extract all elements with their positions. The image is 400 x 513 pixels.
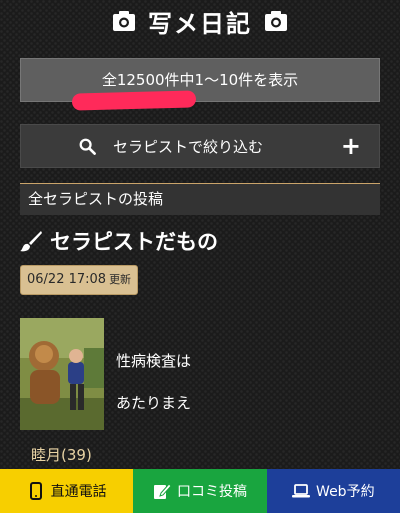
post-thumbnail[interactable]: [20, 318, 104, 430]
review-post-label: 口コミ投稿: [176, 484, 247, 500]
updated-label: 更新: [109, 273, 132, 286]
section-title: 全セラピストの投稿: [20, 183, 380, 215]
web-booking-button[interactable]: Web予約: [266, 469, 400, 513]
camera-icon: [113, 11, 135, 31]
direct-call-button[interactable]: 直通電話: [0, 469, 134, 513]
post-line: 性病検査は: [116, 352, 192, 370]
post-line: あたりまえ: [116, 394, 192, 412]
camera-icon: [265, 11, 287, 31]
redaction-mark: [71, 90, 197, 111]
post-heading[interactable]: セラピストだもの: [20, 226, 218, 256]
review-post-button[interactable]: 口コミ投稿: [133, 469, 267, 513]
post-photo: [20, 318, 104, 430]
direct-call-label: 直通電話: [50, 484, 107, 500]
page-header: 写メ日記: [0, 0, 400, 42]
search-icon: [79, 138, 96, 155]
phone-icon: [29, 482, 42, 500]
page-title: 写メ日記: [148, 9, 252, 38]
post-title[interactable]: セラピストだもの: [50, 226, 218, 256]
bottom-action-bar: 直通電話 口コミ投稿 Web予約: [0, 469, 400, 513]
therapist-name[interactable]: 睦月(39): [31, 444, 92, 465]
therapist-filter-button[interactable]: セラピストで絞り込む +: [20, 124, 380, 168]
brush-icon: [20, 231, 42, 252]
post-date: 06/22 17:08: [27, 272, 107, 287]
web-booking-label: Web予約: [316, 484, 375, 500]
filter-label: セラピストで絞り込む: [113, 137, 264, 156]
expand-plus-icon[interactable]: +: [341, 134, 361, 158]
post-excerpt[interactable]: 性病検査は あたりまえ: [116, 340, 191, 424]
laptop-icon: [292, 484, 311, 498]
edit-icon: [153, 483, 171, 499]
post-date-badge: 06/22 17:08 更新: [20, 265, 139, 295]
